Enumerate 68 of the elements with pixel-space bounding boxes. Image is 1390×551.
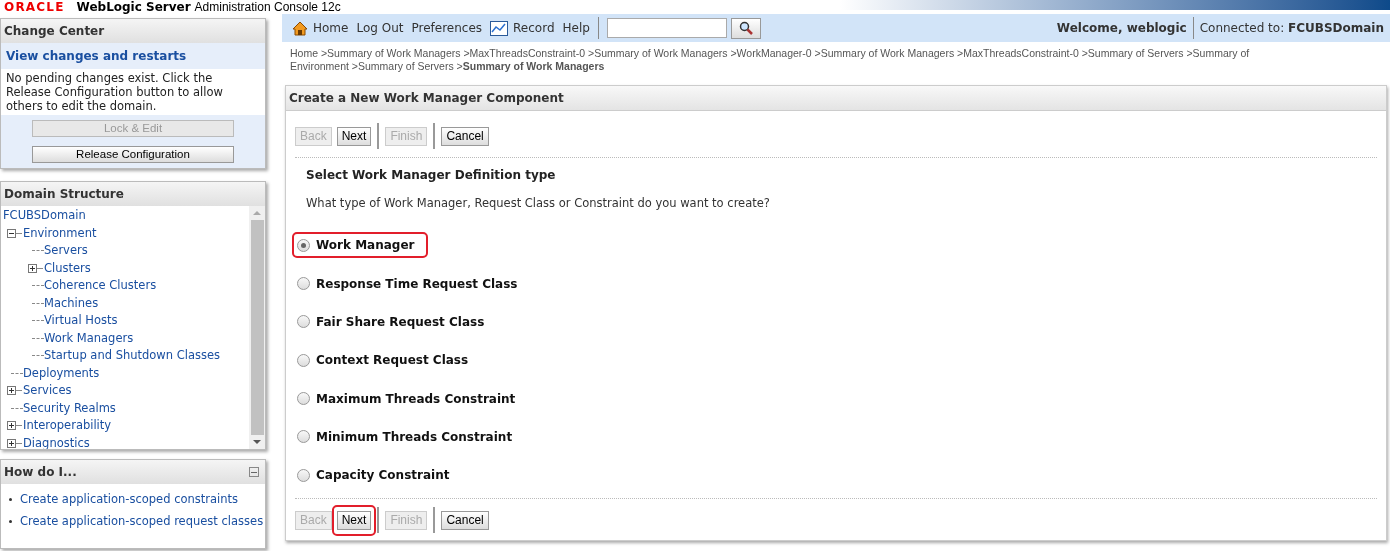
radio-button[interactable] [297,468,310,482]
collapse-icon[interactable] [7,228,16,238]
help-link[interactable]: Create application-scoped constraints [20,491,239,509]
radio-button[interactable] [297,238,310,252]
wizard-button[interactable]: Next [336,510,372,530]
radio-button[interactable] [297,315,310,329]
oracle-logo: ORACLE [4,1,65,13]
nav-link[interactable]: Home [292,19,349,37]
panel-title: Change Center [1,19,265,43]
tree-item[interactable]: Clusters [44,259,91,277]
expand-icon[interactable] [7,438,16,448]
view-changes-link[interactable]: View changes and restarts [1,43,265,69]
bullet-icon [9,498,12,502]
tree-item[interactable]: Environment [23,224,97,242]
section-heading: Select Work Manager Definition type [306,167,557,184]
option-label: Context Request Class [316,352,469,370]
tree-item[interactable]: Machines [44,294,99,312]
product-name: WebLogic Server [76,1,191,13]
tree-item[interactable]: Startup and Shutdown Classes [44,347,221,365]
welcome-text: Welcome, weblogic [1056,17,1194,39]
panel-title: How do I... [4,464,77,481]
tree-item[interactable]: Coherence Clusters [44,277,157,295]
console-subtitle: Administration Console 12c [194,1,341,13]
option-label: Fair Share Request Class [316,314,485,331]
scroll-down-icon[interactable] [253,440,261,444]
tree-item[interactable]: Security Realms [23,399,116,417]
tree-item[interactable]: Deployments [23,364,100,382]
tree-root[interactable]: FCUBSDomain [1,207,249,225]
expand-icon[interactable] [28,263,37,273]
option-label: Response Time Request Class [316,275,518,293]
tree-item[interactable]: Interoperability [23,417,112,435]
panel-title: Create a New Work Manager Component [286,86,1386,111]
search-button[interactable] [730,17,761,39]
nav-link[interactable]: Preferences [411,19,483,37]
radio-button[interactable] [297,353,310,367]
tree-item[interactable]: Services [23,382,72,400]
expand-icon[interactable] [7,421,16,431]
bullet-icon [9,520,12,524]
connected-text: Connected to: FCUBSDomain [1198,20,1385,37]
pending-changes-message: No pending changes exist. Click the Release Configuration button to allow others to edit the domain. [1,69,265,115]
option-label: Minimum Threads Constraint [316,428,513,446]
chart-icon [490,20,509,36]
help-link[interactable]: Create application-scoped request classes [20,513,264,531]
option-label: Capacity Constraint [316,467,450,485]
question-text: What type of Work Manager, Request Class or Constraint do you want to create? [306,195,771,212]
nav-link[interactable]: Record [490,19,555,37]
radio-button[interactable] [297,392,310,406]
wizard-button[interactable]: Next [336,126,372,146]
radio-button[interactable] [297,277,310,291]
search-field[interactable] [606,18,727,38]
house-icon [292,20,308,36]
search-icon [738,21,753,35]
tree-item[interactable]: Work Managers [44,329,134,347]
scrollbar[interactable] [249,206,265,449]
breadcrumb: Home >Summary of Work Managers >MaxThreadsConstraint-0 >Summary of Work Managers >WorkManager-0 >Summary of Work Managers >MaxThreadsConstraint-0 >Summary of Servers >Summary of Environment >Summary of Servers >Summary of Work Managers [290,47,1251,74]
option-label: Maximum Threads Constraint [316,390,516,408]
wizard-button[interactable]: Cancel [441,126,489,146]
wizard-button[interactable]: Cancel [441,510,489,530]
tree-item[interactable]: Virtual Hosts [44,312,118,330]
release-configuration-button[interactable]: Release Configuration [32,146,234,163]
tree-item[interactable]: Servers [44,242,88,260]
radio-button[interactable] [297,430,310,444]
expand-icon[interactable] [7,386,16,396]
nav-link[interactable]: Log Out [356,19,404,37]
panel-title: Domain Structure [1,182,265,206]
option-label: Work Manager [316,237,415,255]
nav-link[interactable]: Help [562,19,590,37]
tree-item[interactable]: Diagnostics [23,434,90,449]
